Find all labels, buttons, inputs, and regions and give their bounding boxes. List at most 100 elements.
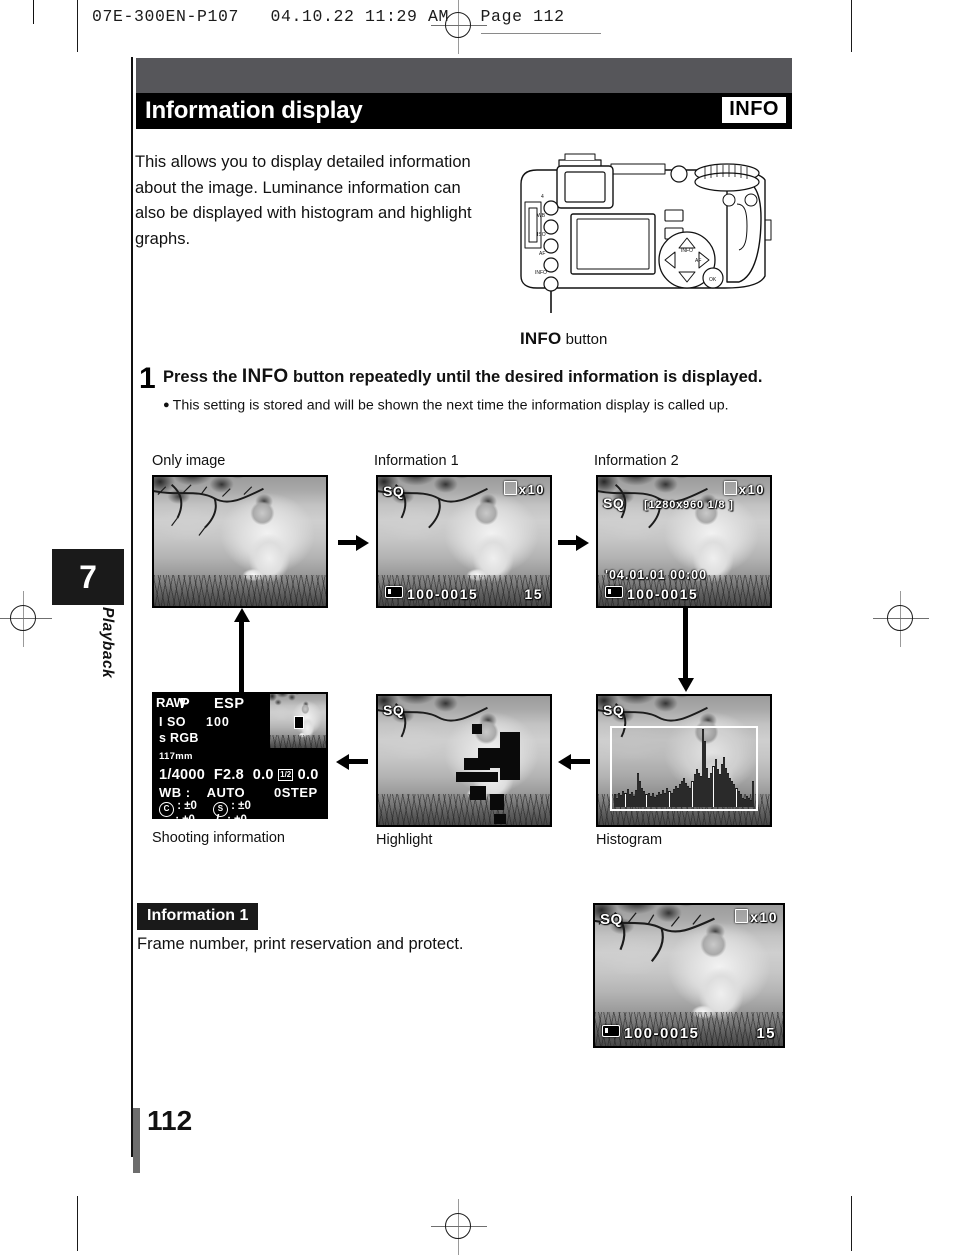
svg-text:INFO: INFO	[535, 270, 547, 276]
osd-zoom-label: x10	[735, 909, 778, 925]
section-heading: Information 1	[137, 903, 259, 930]
osd-quality-label: SQ	[383, 483, 405, 499]
osd-zoom-label: x10	[723, 481, 765, 497]
highlight-blink-area	[490, 794, 504, 810]
osd-zoom-value: x10	[750, 909, 778, 925]
focal-length-value: 117	[159, 751, 176, 762]
header-rule	[481, 33, 601, 34]
shutter-speed: 1/4000	[159, 767, 206, 783]
flow-arrow-right-1	[338, 533, 369, 552]
highlight-blink-area	[456, 772, 498, 782]
svg-text:AF: AF	[539, 251, 545, 257]
osd-frame-file-value: 100-0015	[627, 586, 699, 602]
flow-arrow-left-2	[336, 752, 368, 771]
info-badge: INFO	[722, 97, 786, 123]
flow-arrow-right-2	[558, 533, 589, 552]
saturation-value: : ±0	[175, 814, 195, 826]
shooting-information-panel: RAW P ESP I SO 100 s RGB 117mm 1/4000 F2…	[152, 692, 328, 832]
battery-icon	[602, 1025, 620, 1037]
iso-value: 100	[206, 715, 230, 729]
flash-compensation-icon: 1/2	[278, 769, 294, 781]
focal-length-unit: mm	[175, 751, 193, 762]
flow-label-only-image: Only image	[152, 453, 226, 469]
wb-step: 0STEP	[273, 785, 318, 800]
osd-image-size: [1280x960 1/8 ]	[644, 499, 734, 511]
crop-mark-top-right	[851, 0, 852, 52]
intro-paragraph: This allows you to display detailed info…	[135, 153, 472, 248]
section-description: Frame number, print reservation and prot…	[137, 935, 464, 953]
thumbnail-information-1: SQ x10 100-0015 15	[376, 475, 552, 608]
flow-arrow-down	[676, 608, 695, 692]
flow-label-histogram: Histogram	[596, 832, 663, 848]
camera-back-svg: 4 WB ISO AF INFO INFO AF OK	[520, 153, 772, 324]
highlight-blink-area	[472, 724, 482, 734]
wb-label: WB :	[159, 785, 191, 800]
osd-frame-file-value: 100-0015	[407, 586, 479, 602]
flow-label-information-2: Information 2	[594, 453, 679, 469]
flow-label-information-1: Information 1	[374, 453, 459, 469]
registration-mark-left	[0, 591, 52, 647]
histogram-bars	[614, 729, 755, 807]
flow-arrow-left-1	[558, 752, 590, 771]
osd-zoom-value: x10	[518, 482, 545, 497]
osd-quality-label: SQ	[383, 702, 405, 718]
print-icon	[723, 481, 737, 495]
svg-text:WB: WB	[537, 213, 546, 219]
svg-text:INFO: INFO	[681, 248, 693, 254]
exposure-mode: P	[180, 696, 191, 712]
flow-arrow-up	[232, 608, 251, 692]
page-gutter-rule	[131, 57, 133, 1157]
osd-date-time: '04.01.01 00:00	[605, 568, 708, 582]
svg-text:ISO: ISO	[537, 232, 546, 238]
exposure-row: 1/4000 F2.8 0.0 1/2 0.0	[159, 767, 319, 783]
crop-mark-top-left	[77, 0, 78, 52]
step-number: 1	[139, 362, 156, 395]
metering-mode: ESP	[214, 696, 245, 712]
thumbnail-information-1-large: SQ x10 100-0015 15	[593, 903, 785, 1048]
osd-frame-count: 15	[524, 586, 543, 602]
gradation-icon: /	[215, 811, 220, 827]
svg-text:4: 4	[541, 194, 544, 200]
iso-label: I SO	[159, 715, 187, 729]
camera-back-illustration: 4 WB ISO AF INFO INFO AF OK	[515, 148, 785, 324]
thumbnail-highlight: SQ	[376, 694, 552, 827]
photo-grass	[154, 575, 326, 606]
crop-mark-bottom-right	[851, 1196, 852, 1251]
gradation-value: : ±0	[227, 814, 247, 826]
osd-frame-file: 100-0015	[605, 586, 698, 602]
svg-text:OK: OK	[709, 277, 717, 283]
chapter-name-label: Playback	[99, 607, 116, 679]
crop-mark-bottom-left	[77, 1196, 78, 1251]
title-band-upper	[136, 58, 792, 93]
step-body: Press the INFO button repeatedly until t…	[163, 365, 803, 415]
camera-info-button-caption: INFO button	[520, 329, 607, 349]
photo-grass	[270, 735, 326, 748]
shooting-info-thumbnail	[270, 694, 326, 748]
registration-mark-right	[873, 591, 929, 647]
crop-mark-edge-left	[33, 0, 34, 24]
chapter-number-tab: 7	[52, 549, 124, 605]
flow-label-shooting-information: Shooting information	[152, 830, 285, 846]
title-band: Information display INFO	[136, 93, 792, 129]
highlight-blink-area	[494, 814, 506, 824]
flow-label-highlight: Highlight	[376, 832, 433, 848]
exposure-compensation: 0.0	[252, 767, 274, 783]
step-head-before: Press the	[163, 368, 242, 386]
print-icon	[503, 481, 517, 495]
color-space: s RGB	[159, 731, 199, 745]
svg-text:AF: AF	[695, 258, 701, 264]
step-head-after: button repeatedly until the desired info…	[288, 368, 763, 386]
step-heading: Press the INFO button repeatedly until t…	[163, 365, 803, 389]
page-title: Information display	[145, 97, 363, 124]
aperture-value: F2.8	[213, 767, 245, 783]
af-target-icon	[294, 716, 304, 729]
contrast-value: : ±0	[177, 800, 197, 812]
camera-caption-bold: INFO	[520, 329, 562, 348]
thumbnail-only-image	[152, 475, 328, 608]
osd-zoom-value: x10	[738, 482, 765, 497]
print-icon	[735, 909, 749, 923]
camera-caption-rest: button	[561, 331, 608, 348]
step-bullet: ● This setting is stored and will be show…	[163, 396, 803, 415]
photo-grass	[378, 794, 550, 825]
step-head-info: INFO	[241, 366, 289, 387]
